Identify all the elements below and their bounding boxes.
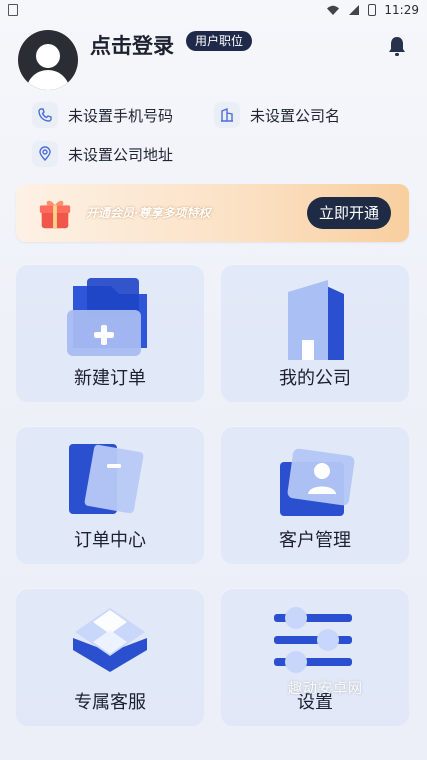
avatar[interactable] (18, 30, 78, 90)
profile-header: 点击登录 用户职位 (0, 24, 427, 90)
address-info[interactable]: 未设置公司地址 (32, 139, 173, 169)
address-text: 未设置公司地址 (68, 145, 174, 164)
menu-card-new-order[interactable]: 新建订单 (16, 264, 204, 402)
clock-text: 11:29 (384, 3, 419, 17)
promo-text: 开通会员·尊享多项特权 (86, 206, 211, 220)
new-order-icon (67, 278, 147, 356)
avatar-head (36, 44, 60, 68)
settings-icon (274, 607, 352, 673)
phone-info[interactable]: 未设置手机号码 (32, 100, 173, 130)
profile-info: 未设置手机号码 未设置公司名 未设置公司地址 (32, 100, 412, 167)
status-bar: 11:29 (0, 0, 427, 24)
location-icon (32, 141, 58, 167)
building-icon (214, 102, 240, 128)
menu-label-my-company: 我的公司 (279, 368, 351, 389)
wifi-icon (327, 5, 340, 15)
menu-label-new-order: 新建订单 (74, 368, 146, 389)
phone-icon (32, 102, 58, 128)
menu-label-order-center: 订单中心 (74, 530, 146, 551)
menu-card-settings[interactable]: 设置 (221, 588, 409, 726)
avatar-body (26, 70, 70, 90)
menu-label-customer-management: 客户管理 (279, 530, 351, 551)
phone-text: 未设置手机号码 (68, 106, 174, 125)
open-vip-button[interactable]: 立即开通 (306, 197, 391, 229)
customer-management-icon (280, 448, 355, 516)
company-text: 未设置公司名 (250, 106, 341, 125)
order-center-icon (69, 444, 144, 514)
customer-service-icon (73, 608, 147, 672)
notification-icon (8, 4, 18, 16)
menu-card-customer-management[interactable]: 客户管理 (221, 426, 409, 564)
signal-icon (349, 5, 360, 15)
menu-label-customer-service: 专属客服 (74, 692, 146, 713)
gift-icon (39, 200, 71, 229)
status-right: 11:29 (326, 3, 419, 17)
menu-card-order-center[interactable]: 订单中心 (16, 426, 204, 564)
company-icon (288, 280, 344, 360)
bell-icon[interactable] (385, 34, 409, 58)
menu-label-settings: 设置 (297, 692, 333, 713)
vip-promo-banner[interactable]: 开通会员·尊享多项特权 立即开通 (16, 184, 409, 242)
company-info[interactable]: 未设置公司名 (214, 100, 340, 130)
login-text[interactable]: 点击登录 (90, 30, 174, 60)
menu-card-customer-service[interactable]: 专属客服 (16, 588, 204, 726)
role-badge: 用户职位 (186, 31, 253, 51)
battery-icon (368, 4, 377, 16)
menu-card-my-company[interactable]: 我的公司 (221, 264, 409, 402)
